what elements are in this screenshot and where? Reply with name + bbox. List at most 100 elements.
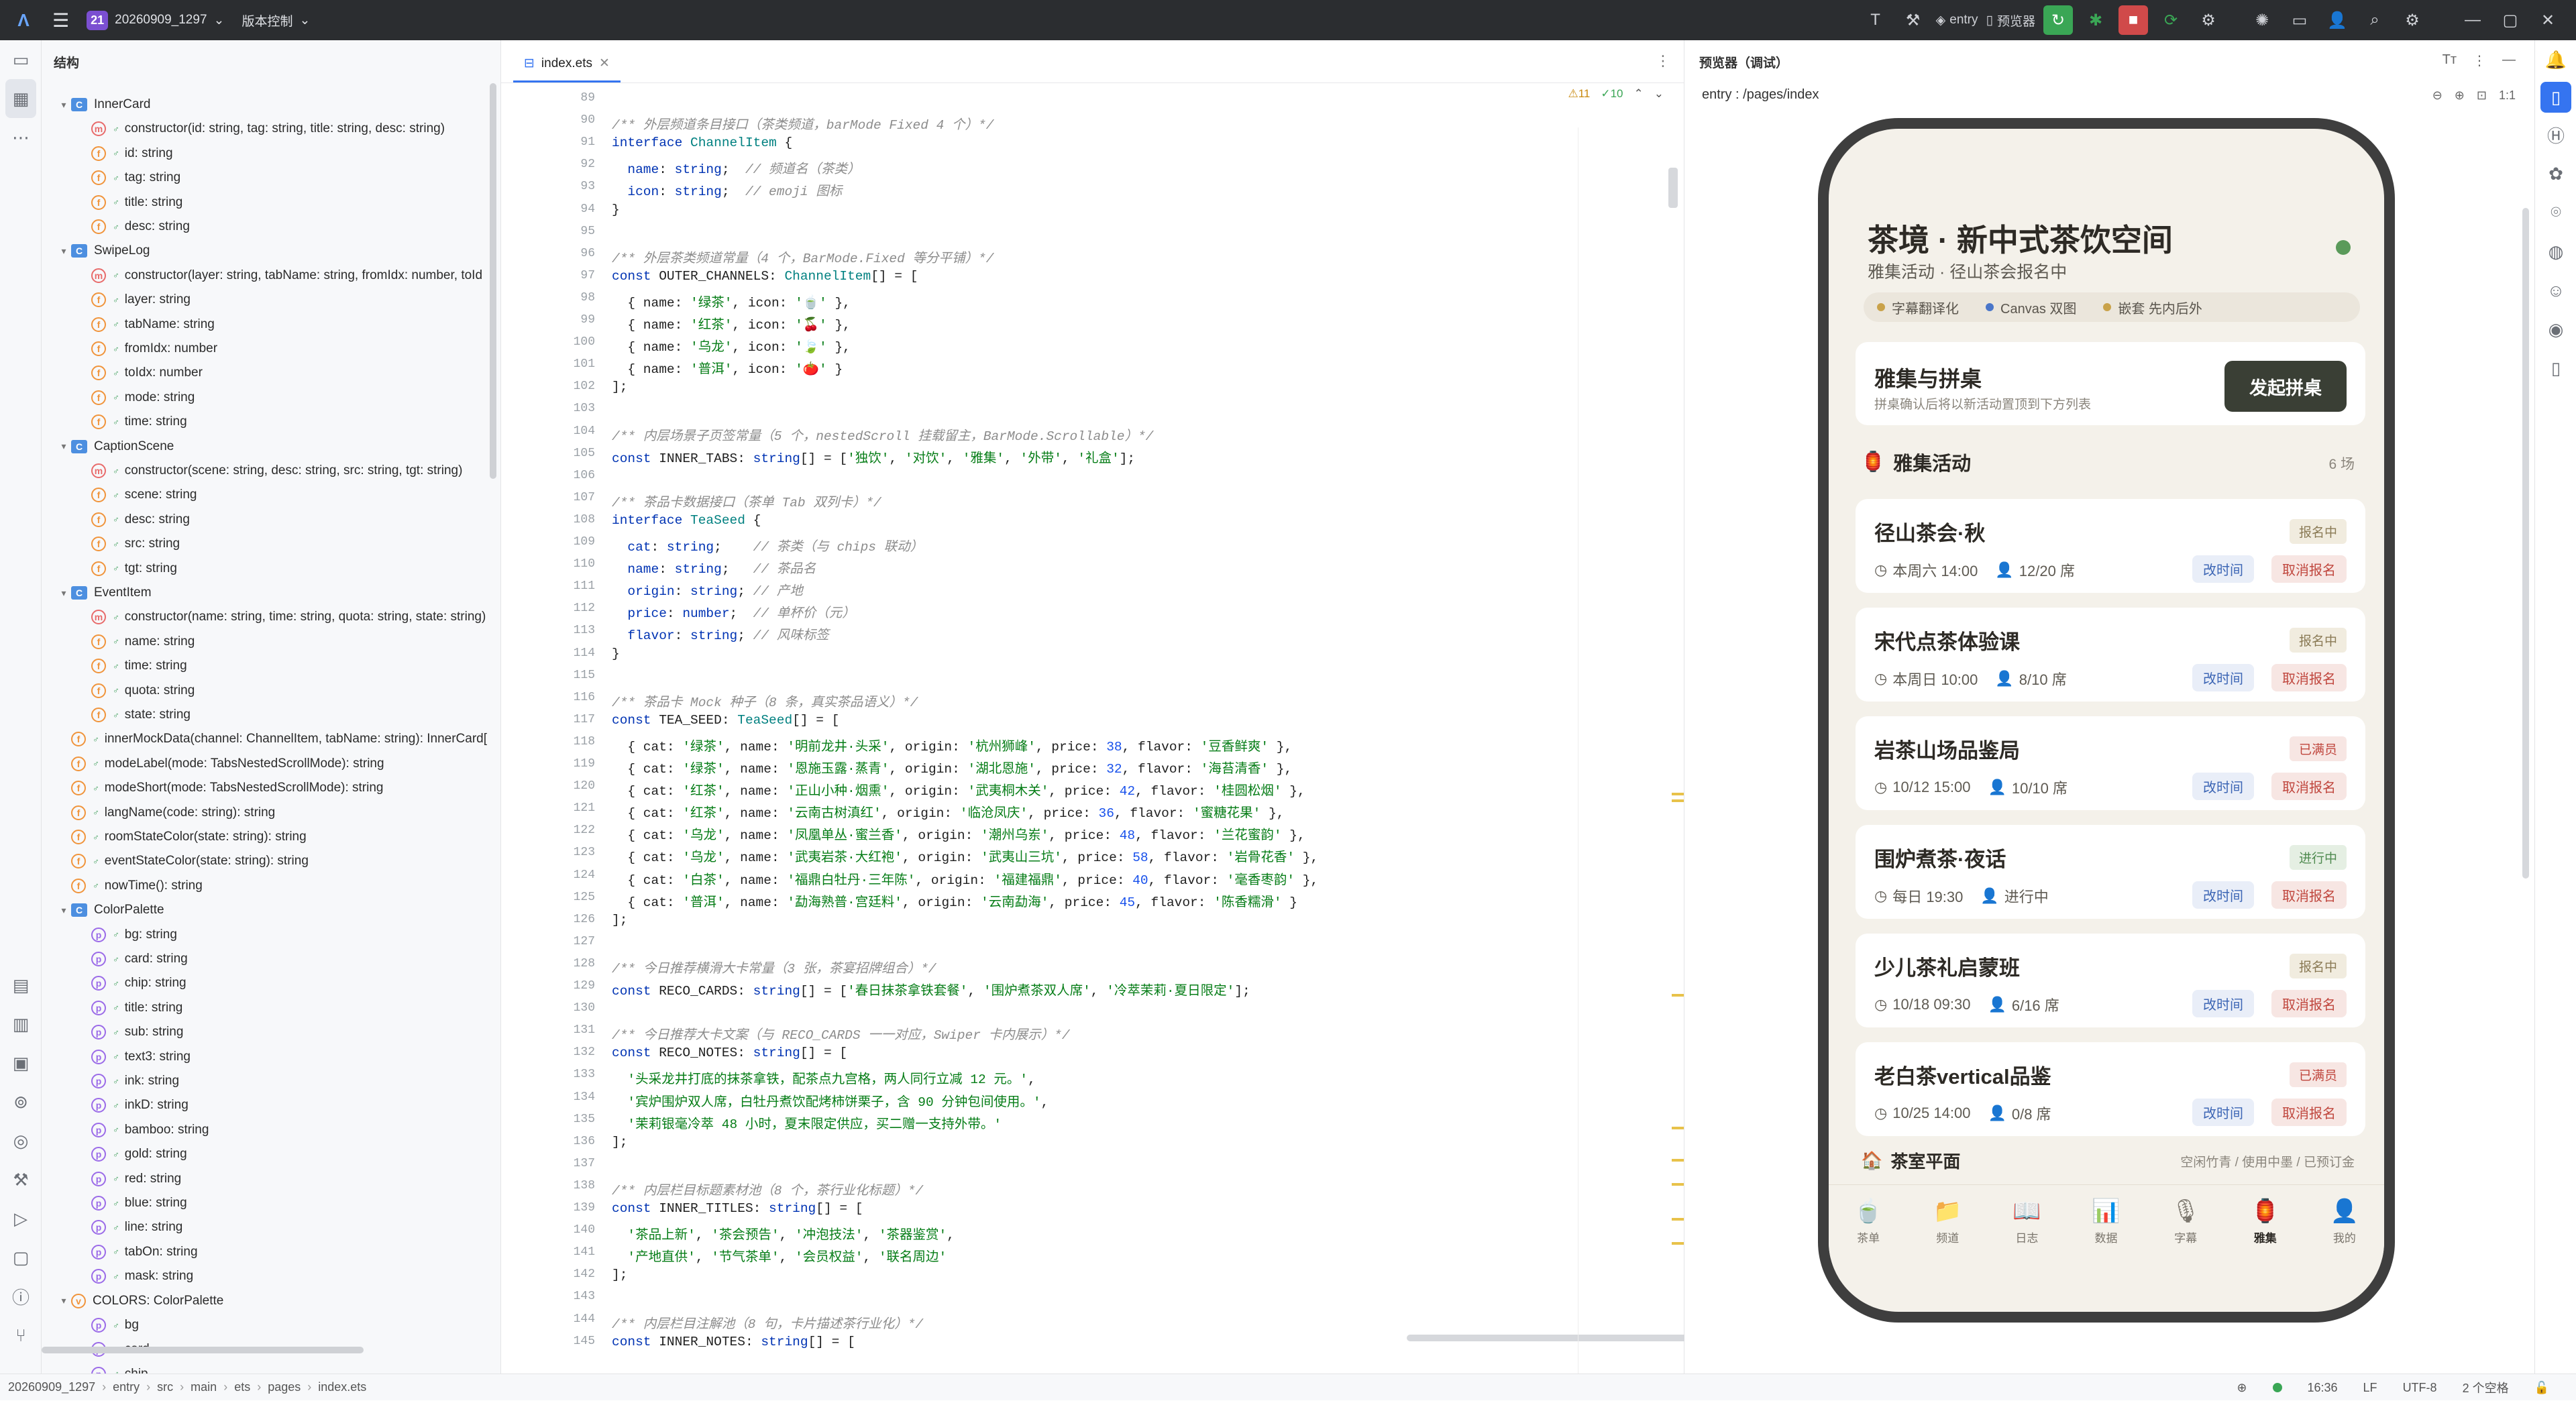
structure-item[interactable]: f ♂ tabName: string xyxy=(76,313,215,337)
structure-item[interactable]: p ♂ sub: string xyxy=(76,1020,183,1044)
power-icon[interactable]: ⊕ xyxy=(2237,1381,2247,1395)
code-line[interactable]: name: string; // 频道名（茶类） xyxy=(612,158,860,177)
run-tool-icon[interactable]: ▷ xyxy=(0,1199,42,1238)
structure-item[interactable]: f ♂ langName(code: string): string xyxy=(56,801,275,825)
structure-item[interactable]: p ♂ red: string xyxy=(76,1167,181,1191)
breadcrumb-item[interactable]: index.ets xyxy=(318,1380,366,1394)
code-line[interactable]: interface ChannelItem { xyxy=(612,135,792,150)
minimize-icon[interactable]: — xyxy=(2458,5,2487,35)
event-card[interactable]: 少儿茶礼启蒙班 报名中 ◷ 10/18 09:30 👤 6/16 席 改时间 取消报… xyxy=(1856,934,2365,1027)
code-line[interactable]: flavor: string; // 风味标签 xyxy=(612,624,828,643)
run-icon[interactable]: ↻ xyxy=(2043,5,2073,35)
maximize-icon[interactable]: ▢ xyxy=(2496,5,2525,35)
console-icon[interactable]: ▢ xyxy=(0,1238,42,1277)
code-line[interactable]: /** 内层栏目标题素材池（8 个，茶行业化标题）*/ xyxy=(612,1179,923,1198)
structure-item[interactable]: f ♂ desc: string xyxy=(76,508,190,532)
more-icon[interactable]: ⋯ xyxy=(0,118,42,157)
vcs-menu[interactable]: 版本控制 ⌄ xyxy=(241,11,310,30)
start-join-button[interactable]: 发起拼桌 xyxy=(2224,361,2347,412)
refresh-icon[interactable]: ⟳ xyxy=(2156,5,2186,35)
code-line[interactable]: { cat: '绿茶', name: '恩施玉露·蒸青', origin: '湖… xyxy=(612,757,1292,777)
structure-item[interactable]: p ♂ chip: string xyxy=(76,971,186,995)
breadcrumb-item[interactable]: 20260909_1297 xyxy=(8,1380,95,1394)
chevron-up-icon[interactable]: ⌃ xyxy=(1634,87,1644,101)
device-tool-icon[interactable]: ▯ xyxy=(2535,349,2576,388)
warning-marker[interactable] xyxy=(1672,1218,1684,1221)
expand-arrow-icon[interactable]: ▾ xyxy=(56,905,71,916)
structure-item[interactable]: m ♂ constructor(name: string, time: string… xyxy=(76,605,486,629)
code-line[interactable]: ]; xyxy=(612,1135,627,1150)
warning-marker[interactable] xyxy=(1672,799,1684,802)
minimize-panel-icon[interactable]: — xyxy=(2502,52,2516,69)
text-tool-icon[interactable]: T xyxy=(1861,5,1890,35)
feature-chip[interactable]: 嵌套 先内后外 xyxy=(2103,298,2202,317)
structure-item[interactable]: p ♂ bamboo: string xyxy=(76,1118,209,1142)
profiler-icon[interactable]: ⚙ xyxy=(2194,5,2223,35)
previewer-tool-icon[interactable]: ▯ xyxy=(2540,82,2571,113)
structure-item[interactable]: p ♂ tabOn: string xyxy=(76,1240,198,1264)
run-config-selector[interactable]: ◈ entry xyxy=(1936,5,1978,35)
code-line[interactable]: } xyxy=(612,647,620,661)
account-icon[interactable]: 👤 xyxy=(2322,5,2352,35)
project-selector[interactable]: 21 20260909_1297 ⌄ xyxy=(87,10,224,30)
code-line[interactable]: } xyxy=(612,203,620,217)
log-icon[interactable]: ▥ xyxy=(0,1005,42,1044)
plugin-icon[interactable]: ✺ xyxy=(2247,5,2277,35)
event-card[interactable]: 岩茶山场品鉴局 已满员 ◷ 10/12 15:00 👤 10/10 席 改时间 取消… xyxy=(1856,716,2365,810)
breadcrumb-item[interactable]: main xyxy=(191,1380,217,1394)
globe-icon[interactable]: ◍ xyxy=(2535,232,2576,271)
profiler-tool-icon[interactable]: ◎ xyxy=(0,1121,42,1160)
code-line[interactable]: /** 今日推荐大卡文案（与 RECO_CARDS 一一对应，Swiper 卡内… xyxy=(612,1023,1070,1043)
breadcrumb-item[interactable]: pages xyxy=(268,1380,301,1394)
structure-item[interactable]: m ♂ constructor(layer: string, tabName: st… xyxy=(76,264,482,288)
code-line[interactable]: cat: string; // 茶类（与 chips 联动） xyxy=(612,535,923,555)
code-line[interactable]: '茉莉银毫冷萃 48 小时，夏末限定供应，买二赠一支持外带。' xyxy=(612,1113,1002,1132)
code-line[interactable]: /** 外层茶类频道常量（4 个，BarMode.Fixed 等分平铺）*/ xyxy=(612,247,994,266)
expand-arrow-icon[interactable]: ▾ xyxy=(56,587,71,599)
expand-arrow-icon[interactable]: ▾ xyxy=(56,441,71,452)
structure-item[interactable]: f ♂ tgt: string xyxy=(76,557,177,581)
code-line[interactable]: { name: '乌龙', icon: '🍃' }, xyxy=(612,335,850,355)
code-line[interactable]: /** 茶品卡 Mock 种子（8 条，真实茶品语义）*/ xyxy=(612,691,918,710)
structure-item[interactable]: ▾ C ColorPalette xyxy=(56,898,164,922)
structure-item[interactable]: p ♂ bg xyxy=(76,1313,139,1337)
app-tab-4[interactable]: 🎙 字幕 xyxy=(2171,1198,2200,1245)
harmony-icon[interactable]: Ⓗ xyxy=(2535,115,2576,154)
code-line[interactable]: { cat: '乌龙', name: '凤凰单丛·蜜兰香', origin: '… xyxy=(612,824,1305,843)
app-tab-3[interactable]: 📊 数据 xyxy=(2092,1198,2120,1245)
code-line[interactable]: const RECO_NOTES: string[] = [ xyxy=(612,1046,847,1060)
app-tab-5[interactable]: 🏮 雅集 xyxy=(2251,1198,2279,1245)
code-line[interactable]: { cat: '白茶', name: '福鼎白牡丹·三年陈', origin: … xyxy=(612,868,1318,888)
close-icon[interactable]: ✕ xyxy=(2533,5,2563,35)
cursor-position[interactable]: 16:36 xyxy=(2308,1381,2338,1395)
structure-item[interactable]: f ♂ title: string xyxy=(76,190,182,215)
main-menu-icon[interactable]: ☰ xyxy=(52,9,69,32)
structure-item[interactable]: ▾ C CaptionScene xyxy=(56,435,174,459)
change-time-button[interactable]: 改时间 xyxy=(2192,881,2254,909)
code-line[interactable]: ]; xyxy=(612,380,627,394)
zoom-out-icon[interactable]: ⊖ xyxy=(2432,89,2443,103)
palette-icon[interactable]: ✿ xyxy=(2535,154,2576,193)
structure-item[interactable]: f ♂ fromIdx: number xyxy=(76,337,217,361)
indent-setting[interactable]: 2 个空格 xyxy=(2463,1379,2509,1396)
breadcrumb-item[interactable]: ets xyxy=(234,1380,250,1394)
cancel-signup-button[interactable]: 取消报名 xyxy=(2271,555,2347,583)
editor-tab-index[interactable]: ⊟ index.ets ✕ xyxy=(513,46,621,82)
code-line[interactable]: '茶品上新', '茶会预告', '冲泡技法', '茶器鉴赏', xyxy=(612,1223,955,1243)
structure-item[interactable]: p ♂ mask: string xyxy=(76,1264,193,1288)
breadcrumb-item[interactable]: entry xyxy=(113,1380,140,1394)
event-card[interactable]: 径山茶会·秋 报名中 ◷ 本周六 14:00 👤 12/20 席 改时间 取消报名 xyxy=(1856,499,2365,593)
structure-item[interactable]: p ♂ bg: string xyxy=(76,923,177,947)
scale-label[interactable]: 1:1 xyxy=(2499,89,2516,103)
folder-icon[interactable]: ▭ xyxy=(2285,5,2314,35)
cancel-signup-button[interactable]: 取消报名 xyxy=(2271,990,2347,1017)
structure-item[interactable]: f ♂ innerMockData(channel: ChannelItem, ta… xyxy=(56,727,487,751)
chevron-down-icon[interactable]: ⌄ xyxy=(1654,87,1664,101)
notifications-icon[interactable]: 🔔 xyxy=(2535,40,2576,79)
app-tab-6[interactable]: 👤 我的 xyxy=(2330,1198,2359,1245)
code-line[interactable]: origin: string; // 产地 xyxy=(612,579,802,599)
code-line[interactable]: { cat: '普洱', name: '勐海熟普·宫廷料', origin: '… xyxy=(612,891,1297,910)
code-line[interactable]: '宾炉围炉双人席，白牡丹煮饮配烤柿饼栗子，含 90 分钟包间使用。', xyxy=(612,1090,1049,1110)
debug-icon[interactable]: ✱ xyxy=(2081,5,2110,35)
structure-item[interactable]: f ♂ toIdx: number xyxy=(76,361,203,385)
